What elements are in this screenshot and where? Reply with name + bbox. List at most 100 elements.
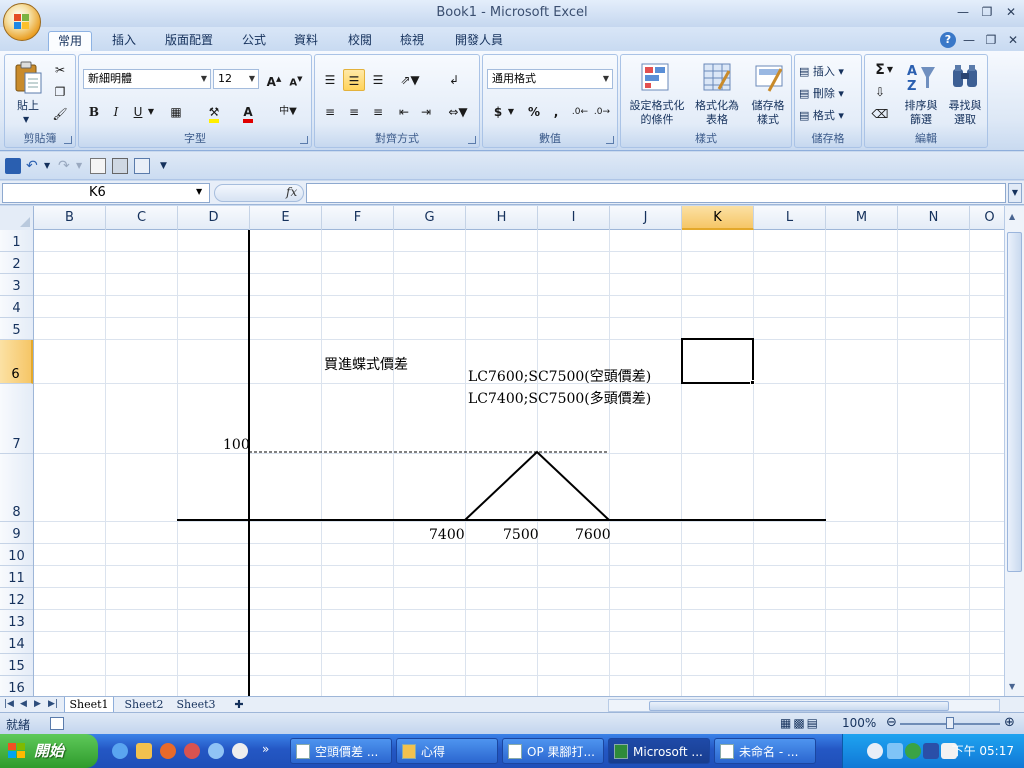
scroll-up-icon[interactable]: ▲ bbox=[1009, 212, 1015, 221]
sort-filter-icon[interactable]: AZ bbox=[905, 61, 937, 94]
align-middle-icon[interactable]: ☰ bbox=[343, 69, 365, 91]
ribbon-restore-button[interactable]: ❐ bbox=[980, 31, 1002, 49]
column-header[interactable]: K bbox=[682, 206, 754, 230]
conditional-format-label-2[interactable]: 的條件 bbox=[627, 113, 687, 127]
sheet-tab-sheet2[interactable]: Sheet2 bbox=[120, 697, 168, 713]
shrink-font-icon[interactable]: A▼ bbox=[285, 68, 307, 90]
conditional-format-button[interactable]: 設定格式化 bbox=[627, 99, 687, 113]
quicklaunch-ie-icon[interactable] bbox=[112, 743, 128, 759]
delete-cells-button[interactable]: ▤ 刪除 ▾ bbox=[799, 87, 859, 101]
column-header[interactable]: L bbox=[754, 206, 826, 230]
font-name-combo[interactable]: 新細明體 ▼ bbox=[83, 69, 211, 89]
minimize-button[interactable]: — bbox=[952, 3, 974, 21]
conditional-format-icon[interactable] bbox=[639, 61, 671, 93]
row-header[interactable]: 16 bbox=[0, 676, 33, 696]
formula-input[interactable] bbox=[306, 183, 1006, 203]
paste-dropdown-icon[interactable]: ▼ bbox=[23, 113, 29, 127]
redo-icon[interactable]: ↷ bbox=[58, 158, 74, 174]
paste-icon[interactable] bbox=[13, 61, 45, 94]
merge-center-icon[interactable]: ⇔▼ bbox=[443, 101, 473, 123]
wrap-text-icon[interactable]: ↲ bbox=[443, 69, 465, 91]
format-as-table-button[interactable]: 格式化為 bbox=[689, 99, 745, 113]
format-as-table-icon[interactable] bbox=[701, 61, 733, 93]
ribbon-minimize-button[interactable]: — bbox=[958, 31, 980, 49]
font-size-combo[interactable]: 12 ▼ bbox=[213, 69, 259, 89]
format-painter-icon[interactable]: 🖌 bbox=[49, 103, 71, 125]
first-sheet-icon[interactable]: |◀ bbox=[4, 699, 14, 709]
taskbar-item-notes[interactable]: 心得 bbox=[396, 738, 498, 764]
currency-dropdown-icon[interactable]: ▼ bbox=[505, 101, 517, 123]
paste-button[interactable]: 貼上 bbox=[11, 99, 45, 113]
taskbar-item-untitled[interactable]: 未命名 - ... bbox=[714, 738, 816, 764]
name-box-dropdown-icon[interactable]: ▼ bbox=[196, 187, 202, 196]
save-icon[interactable] bbox=[5, 158, 21, 174]
tab-page-layout[interactable]: 版面配置 bbox=[158, 31, 220, 51]
quicklaunch-mail-icon[interactable] bbox=[136, 743, 152, 759]
tab-formulas[interactable]: 公式 bbox=[234, 31, 274, 51]
horizontal-scrollbar[interactable] bbox=[608, 699, 1000, 712]
undo-icon[interactable]: ↶ bbox=[26, 158, 42, 174]
active-cell[interactable] bbox=[681, 338, 754, 384]
cell-styles-button[interactable]: 儲存格 bbox=[745, 99, 791, 113]
zoom-slider-knob[interactable] bbox=[946, 717, 954, 729]
row-header[interactable]: 8 bbox=[0, 454, 33, 522]
format-as-table-label-2[interactable]: 表格 bbox=[689, 113, 745, 127]
copy-icon[interactable]: ❐ bbox=[49, 81, 71, 103]
comma-button[interactable]: , bbox=[545, 101, 567, 123]
quicklaunch-firefox-icon[interactable] bbox=[160, 743, 176, 759]
clipboard-launcher-icon[interactable] bbox=[64, 136, 72, 144]
expand-formula-bar-icon[interactable]: ▼ bbox=[1008, 183, 1022, 203]
column-header[interactable]: M bbox=[826, 206, 898, 230]
align-right-icon[interactable]: ≡ bbox=[367, 101, 389, 123]
insert-sheet-icon[interactable]: ✚ bbox=[228, 697, 250, 713]
decrease-indent-icon[interactable]: ⇤ bbox=[393, 101, 415, 123]
quicklaunch-search-icon[interactable] bbox=[208, 743, 224, 759]
column-header[interactable]: G bbox=[394, 206, 466, 230]
tab-view[interactable]: 檢視 bbox=[392, 31, 432, 51]
print-icon[interactable] bbox=[112, 158, 128, 174]
macro-record-icon[interactable] bbox=[50, 717, 64, 730]
grow-font-icon[interactable]: A▲ bbox=[263, 68, 285, 90]
column-header[interactable]: E bbox=[250, 206, 322, 230]
last-sheet-icon[interactable]: ▶| bbox=[48, 699, 58, 709]
sort-filter-button[interactable]: 排序與 bbox=[899, 99, 943, 113]
tab-insert[interactable]: 插入 bbox=[104, 31, 144, 51]
row-header[interactable]: 7 bbox=[0, 384, 33, 454]
tray-network-icon[interactable] bbox=[905, 743, 921, 759]
tab-developer[interactable]: 開發人員 bbox=[448, 31, 510, 51]
column-header[interactable]: J bbox=[610, 206, 682, 230]
number-launcher-icon[interactable] bbox=[606, 136, 614, 144]
name-box[interactable]: K6 bbox=[2, 183, 210, 203]
quicklaunch-player-icon[interactable] bbox=[232, 743, 248, 759]
column-header[interactable]: N bbox=[898, 206, 970, 230]
row-header[interactable]: 14 bbox=[0, 632, 33, 654]
row-header[interactable]: 3 bbox=[0, 274, 33, 296]
help-icon[interactable]: ? bbox=[940, 32, 956, 48]
orientation-icon[interactable]: ⇗▼ bbox=[395, 69, 425, 91]
italic-button[interactable]: I bbox=[105, 101, 127, 123]
select-all-button[interactable] bbox=[0, 206, 34, 230]
tray-ime-icon[interactable] bbox=[923, 743, 939, 759]
column-header[interactable]: C bbox=[106, 206, 178, 230]
tray-back-icon[interactable] bbox=[867, 743, 883, 759]
percent-button[interactable]: % bbox=[523, 101, 545, 123]
vertical-scroll-thumb[interactable] bbox=[1007, 232, 1022, 572]
view-buttons[interactable]: ▦▩▤ bbox=[780, 716, 836, 732]
align-center-icon[interactable]: ≡ bbox=[343, 101, 365, 123]
customize-qat-icon[interactable]: ▼ bbox=[160, 158, 176, 174]
taskbar-item-excel[interactable]: Microsoft ... bbox=[608, 738, 710, 764]
horizontal-scroll-thumb[interactable] bbox=[649, 701, 949, 711]
sheet-tab-sheet1[interactable]: Sheet1 bbox=[64, 697, 114, 713]
cut-icon[interactable]: ✂ bbox=[49, 59, 71, 81]
zoom-level[interactable]: 100% bbox=[842, 716, 876, 730]
quicklaunch-media-icon[interactable] bbox=[184, 743, 200, 759]
column-header[interactable]: O bbox=[970, 206, 1004, 230]
increase-decimal-icon[interactable]: .0← bbox=[569, 101, 591, 123]
column-header[interactable]: F bbox=[322, 206, 394, 230]
new-sheet-icon[interactable] bbox=[134, 158, 150, 174]
quicklaunch-more-icon[interactable]: » bbox=[262, 742, 269, 756]
column-header[interactable]: H bbox=[466, 206, 538, 230]
sort-filter-label-2[interactable]: 篩選 bbox=[899, 113, 943, 127]
taskbar-item-bear-spread[interactable]: 空頭價差 ... bbox=[290, 738, 392, 764]
align-bottom-icon[interactable]: ☰ bbox=[367, 69, 389, 91]
